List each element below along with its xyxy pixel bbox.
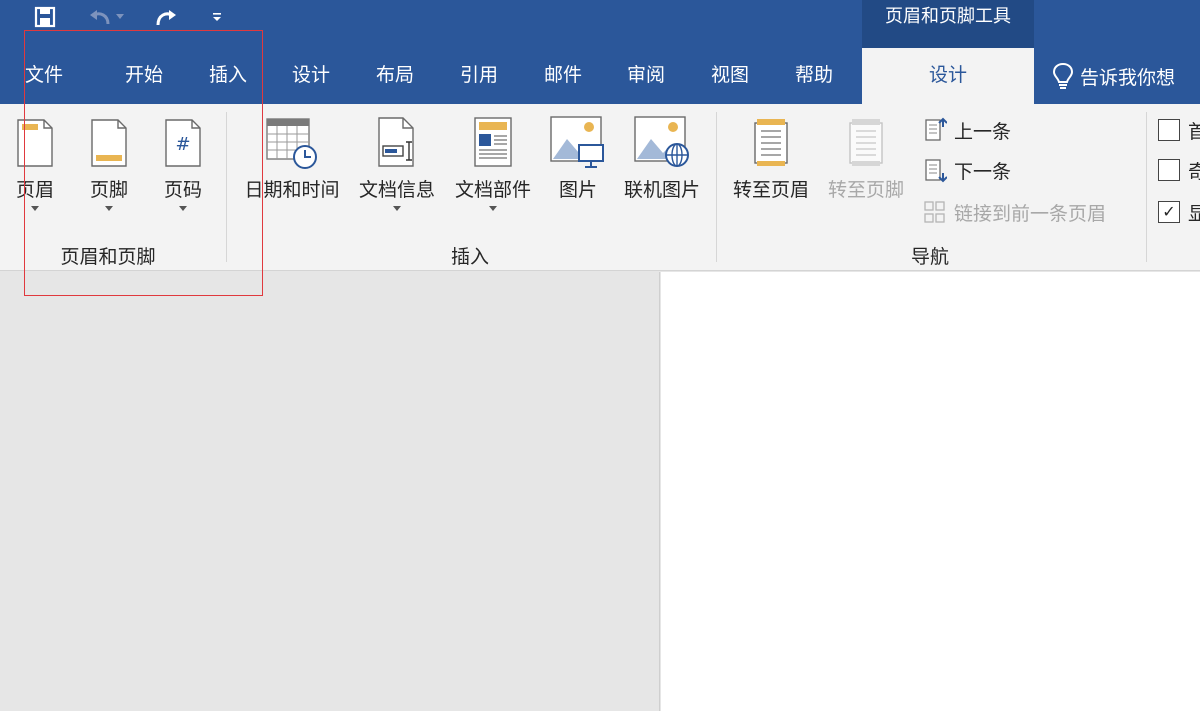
group-label-navigation: 导航	[910, 246, 949, 268]
picture-icon	[548, 112, 608, 174]
show-document-text-label: 显	[1188, 203, 1200, 225]
quick-parts-icon	[463, 112, 523, 174]
link-to-previous-icon	[922, 199, 948, 225]
page-number-icon: #	[153, 112, 213, 174]
ribbon-panel: 页眉 页脚 # 页码 页眉和页脚 日期和时间 文档信息 文档部件 图片 联机图片…	[0, 104, 1200, 271]
online-picture-label: 联机图片	[623, 179, 700, 201]
customize-qat-icon[interactable]	[202, 0, 232, 34]
tell-me-label: 告诉我你想	[1080, 66, 1176, 89]
tab-file[interactable]: 文件	[4, 48, 84, 104]
document-page[interactable]	[661, 272, 1200, 711]
ribbon-tab-row: 文件 开始 插入 设计 布局 引用 邮件 审阅 视图 帮助 设计 告诉我你想	[0, 48, 1200, 104]
group-label-insert: 插入	[450, 246, 489, 268]
link-to-previous-button[interactable]: 链接到前一条页眉	[922, 196, 1106, 228]
group-separator	[716, 112, 717, 262]
tab-view[interactable]: 视图	[690, 48, 770, 104]
footer-button[interactable]: 页脚	[78, 112, 140, 230]
go-to-header-icon	[741, 112, 801, 174]
header-icon	[5, 112, 65, 174]
picture-label: 图片	[558, 179, 597, 201]
undo-dropdown-icon[interactable]	[112, 0, 128, 34]
tab-design-main[interactable]: 设计	[271, 48, 351, 104]
tab-help[interactable]: 帮助	[774, 48, 854, 104]
tab-mailings[interactable]: 邮件	[523, 48, 603, 104]
different-first-page-checkbox[interactable]	[1158, 119, 1180, 141]
tab-review[interactable]: 审阅	[606, 48, 686, 104]
tab-references[interactable]: 引用	[439, 48, 519, 104]
go-to-footer-button[interactable]: 转至页脚	[820, 112, 912, 230]
go-to-footer-label: 转至页脚	[827, 179, 904, 201]
header-label: 页眉	[15, 179, 54, 201]
group-separator	[1146, 112, 1147, 262]
link-to-previous-label: 链接到前一条页眉	[954, 202, 1107, 225]
tab-layout[interactable]: 布局	[355, 48, 435, 104]
document-info-icon	[367, 112, 427, 174]
different-odd-even-checkbox[interactable]	[1158, 159, 1180, 181]
go-to-footer-icon	[836, 112, 896, 174]
go-to-header-button[interactable]: 转至页眉	[724, 112, 818, 230]
tab-insert[interactable]: 插入	[188, 48, 268, 104]
footer-label: 页脚	[89, 179, 128, 201]
previous-label: 上一条	[954, 120, 1012, 143]
date-time-icon	[262, 112, 322, 174]
quick-parts-label: 文档部件	[454, 179, 531, 201]
chevron-down-icon	[179, 206, 187, 211]
chevron-down-icon	[105, 206, 113, 211]
redo-icon[interactable]	[150, 0, 180, 34]
chevron-down-icon	[489, 206, 497, 211]
picture-button[interactable]: 图片	[548, 112, 608, 230]
save-icon[interactable]	[30, 0, 60, 34]
tab-header-footer-design[interactable]: 设计	[862, 48, 1034, 104]
group-separator	[226, 112, 227, 262]
different-odd-even-label: 奇	[1188, 161, 1200, 183]
checkmark-icon: ✓	[1162, 202, 1176, 221]
header-button[interactable]: 页眉	[6, 112, 64, 230]
next-icon	[922, 157, 948, 183]
tell-me-box[interactable]: 告诉我你想	[1052, 48, 1175, 104]
different-first-page-label: 首	[1188, 121, 1200, 143]
quick-parts-button[interactable]: 文档部件	[448, 112, 538, 230]
show-document-text-checkbox[interactable]: ✓	[1158, 201, 1180, 223]
date-time-button[interactable]: 日期和时间	[236, 112, 348, 230]
footer-icon	[79, 112, 139, 174]
next-label: 下一条	[954, 160, 1012, 183]
previous-button[interactable]: 上一条	[922, 114, 1011, 146]
svg-text:#: #	[175, 134, 190, 155]
page-number-button[interactable]: # 页码	[152, 112, 214, 230]
go-to-header-label: 转至页眉	[732, 179, 809, 201]
chevron-down-icon	[393, 206, 401, 211]
online-picture-button[interactable]: 联机图片	[616, 112, 708, 230]
document-canvas-background	[0, 272, 660, 711]
previous-icon	[922, 117, 948, 143]
next-button[interactable]: 下一条	[922, 154, 1011, 186]
date-time-label: 日期和时间	[244, 179, 340, 201]
tab-home[interactable]: 开始	[104, 48, 184, 104]
document-info-button[interactable]: 文档信息	[352, 112, 442, 230]
page-number-label: 页码	[163, 179, 202, 201]
online-picture-icon	[632, 112, 692, 174]
document-info-label: 文档信息	[358, 179, 435, 201]
lightbulb-icon	[1052, 62, 1074, 89]
title-bar: 页眉和页脚工具	[0, 0, 1200, 48]
chevron-down-icon	[31, 206, 39, 211]
group-label-header-footer: 页眉和页脚	[60, 246, 156, 268]
context-tool-group-title: 页眉和页脚工具	[862, 0, 1034, 48]
